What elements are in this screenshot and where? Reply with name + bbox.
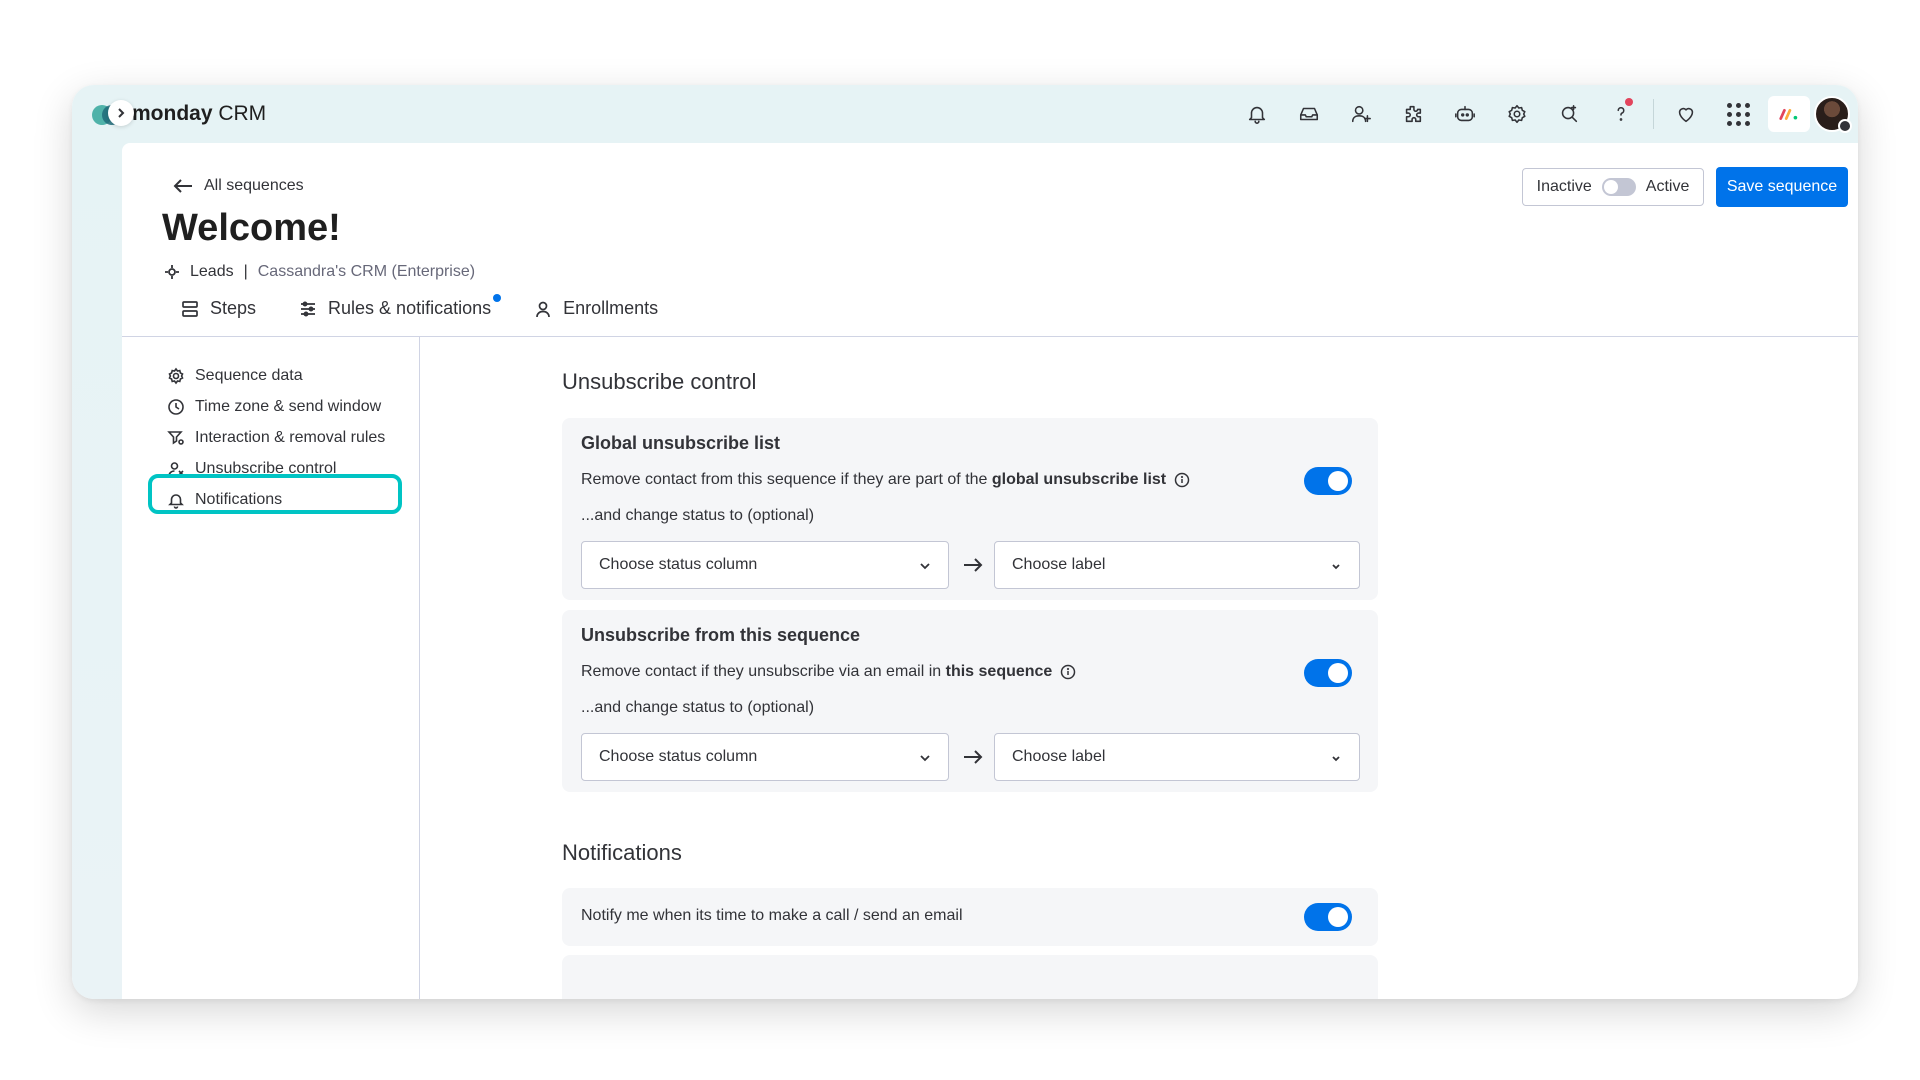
- invite-user-icon[interactable]: [1335, 95, 1387, 133]
- divider: [1653, 99, 1654, 129]
- heart-icon[interactable]: [1660, 95, 1712, 133]
- sliders-icon: [301, 301, 316, 316]
- chevron-down-icon: [920, 755, 930, 762]
- settings-sidenav: Sequence data Time zone & send window In…: [122, 337, 420, 999]
- tab-label: Steps: [210, 298, 257, 318]
- status-inactive-label: Inactive: [1536, 178, 1592, 195]
- page-title: Welcome!: [162, 207, 341, 249]
- top-bar: monday CRM: [72, 85, 1858, 143]
- card-description: Remove contact if they unsubscribe via a…: [581, 663, 1076, 681]
- card-title: Unsubscribe from this sequence: [581, 625, 861, 645]
- tab-bar: Steps Rules & notifications Enrollments: [180, 294, 658, 319]
- inbox-icon[interactable]: [1283, 95, 1335, 133]
- search-icon[interactable]: [1543, 95, 1595, 133]
- status-column-select[interactable]: Choose status column: [581, 733, 949, 781]
- workspace-name[interactable]: Cassandra's CRM (Enterprise): [258, 263, 475, 281]
- card-description: Remove contact from this sequence if the…: [581, 471, 1190, 489]
- tab-rules-notifications[interactable]: Rules & notifications: [298, 294, 502, 319]
- info-icon[interactable]: [1174, 472, 1190, 488]
- status-label-select[interactable]: Choose label: [994, 733, 1360, 781]
- help-icon[interactable]: [1595, 95, 1647, 133]
- chevron-right-icon: [118, 108, 125, 118]
- settings-icon[interactable]: [1491, 95, 1543, 133]
- sidenav-item-time-zone[interactable]: Time zone & send window: [167, 398, 381, 416]
- optional-status-label: ...and change status to (optional): [581, 507, 815, 524]
- clock-icon: [168, 399, 184, 415]
- selected-item-highlight: [148, 474, 402, 514]
- save-sequence-button[interactable]: Save sequence: [1716, 167, 1848, 207]
- app-window: monday CRM All sequences Welcome! Leads …: [72, 85, 1858, 999]
- breadcrumb-separator: |: [243, 263, 248, 280]
- board-name[interactable]: Leads: [190, 263, 234, 281]
- avatar[interactable]: [1814, 96, 1852, 133]
- tab-enrollments[interactable]: Enrollments: [533, 298, 658, 319]
- top-icons: [1231, 95, 1852, 133]
- monday-product-icon[interactable]: [1768, 96, 1810, 132]
- status-toggle[interactable]: Inactive Active: [1522, 168, 1704, 206]
- arrow-right-icon: [962, 555, 984, 575]
- unsaved-indicator: [493, 294, 502, 302]
- info-icon[interactable]: [1060, 664, 1076, 680]
- sidenav-item-sequence-data[interactable]: Sequence data: [167, 367, 303, 385]
- notification-toggle[interactable]: [1304, 903, 1352, 931]
- card-title: Global unsubscribe list: [581, 433, 781, 453]
- back-link[interactable]: All sequences: [172, 177, 304, 195]
- sidenav-label: Sequence data: [195, 367, 303, 384]
- sequence-unsubscribe-toggle[interactable]: [1304, 659, 1352, 687]
- tab-steps[interactable]: Steps: [180, 298, 256, 319]
- expand-sidebar-button[interactable]: [108, 100, 134, 126]
- status-column-select[interactable]: Choose status column: [581, 541, 949, 589]
- section-heading-notifications: Notifications: [562, 840, 682, 865]
- notification-card-next: [562, 955, 1378, 999]
- chevron-down-icon: [920, 563, 930, 570]
- chevron-down-icon: [1332, 756, 1340, 762]
- back-label: All sequences: [204, 177, 304, 194]
- target-icon: [165, 265, 179, 279]
- global-unsubscribe-card: Global unsubscribe list Remove contact f…: [562, 418, 1378, 600]
- apps-grid-icon[interactable]: [1712, 95, 1764, 133]
- left-rail: [72, 143, 122, 999]
- person-icon: [536, 301, 550, 317]
- notification-dot: [1625, 98, 1633, 106]
- sidenav-item-interaction-rules[interactable]: Interaction & removal rules: [167, 429, 385, 447]
- optional-status-label: ...and change status to (optional): [581, 699, 815, 716]
- main-panel: All sequences Welcome! Leads | Cassandra…: [122, 143, 1858, 999]
- sidenav-label: Time zone & send window: [195, 398, 382, 415]
- notification-card: Notify me when its time to make a call /…: [562, 888, 1378, 946]
- tab-label: Enrollments: [563, 298, 659, 318]
- sequence-unsubscribe-card: Unsubscribe from this sequence Remove co…: [562, 610, 1378, 792]
- brand-name: monday CRM: [132, 102, 267, 125]
- gear-icon: [168, 367, 184, 385]
- tab-label: Rules & notifications: [328, 298, 492, 318]
- sidenav-label: Interaction & removal rules: [195, 429, 386, 446]
- arrow-left-icon: [173, 179, 192, 193]
- status-active-label: Active: [1645, 178, 1690, 195]
- section-heading-unsubscribe: Unsubscribe control: [562, 369, 757, 394]
- arrow-right-icon: [962, 747, 984, 767]
- chevron-down-icon: [1332, 564, 1340, 570]
- notification-label: Notify me when its time to make a call /…: [581, 907, 963, 924]
- filter-person-icon: [167, 431, 184, 445]
- ai-bot-icon[interactable]: [1439, 95, 1491, 133]
- list-icon: [182, 300, 198, 317]
- global-unsubscribe-toggle[interactable]: [1304, 467, 1352, 495]
- active-switch[interactable]: [1601, 178, 1636, 196]
- status-label-select[interactable]: Choose label: [994, 541, 1360, 589]
- integrations-icon[interactable]: [1387, 95, 1439, 133]
- breadcrumb: Leads | Cassandra's CRM (Enterprise): [164, 263, 475, 281]
- bell-icon[interactable]: [1231, 95, 1283, 133]
